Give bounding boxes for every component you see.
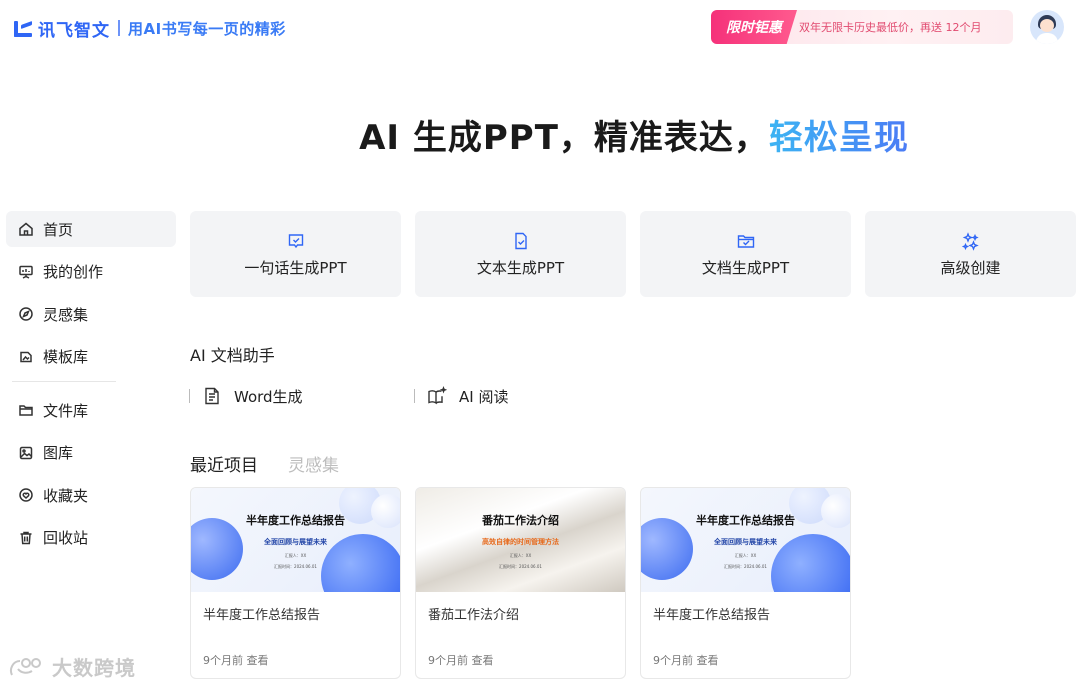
doc-to-ppt-button[interactable]: 文档生成PPT bbox=[640, 211, 851, 297]
watermark-logo-icon bbox=[10, 657, 41, 675]
project-card[interactable]: 半年度工作总结报告 全面回顾与展望未来 汇报人：XX 汇报时间：2024.06.… bbox=[190, 487, 401, 679]
text-to-ppt-button[interactable]: 文本生成PPT bbox=[415, 211, 626, 297]
one-sentence-ppt-button[interactable]: 一句话生成PPT bbox=[190, 211, 401, 297]
sidebar-item-favorites[interactable]: 收藏夹 bbox=[6, 477, 176, 513]
project-meta: 9个月前 查看 bbox=[428, 654, 494, 667]
logo-mark-icon bbox=[14, 19, 34, 37]
chat-check-icon bbox=[286, 231, 306, 251]
presentation-icon bbox=[18, 264, 34, 280]
user-avatar[interactable] bbox=[1030, 10, 1064, 44]
card-label: 高级创建 bbox=[940, 258, 1001, 277]
project-meta: 9个月前 查看 bbox=[653, 654, 719, 667]
sidebar-item-trash[interactable]: 回收站 bbox=[6, 520, 176, 556]
card-label: 一句话生成PPT bbox=[244, 258, 347, 277]
project-thumbnail: 半年度工作总结报告 全面回顾与展望未来 汇报人：XX 汇报时间：2024.06.… bbox=[641, 488, 850, 592]
tab-inspiration[interactable]: 灵感集 bbox=[288, 451, 339, 476]
promo-tag: 限时钜惠 bbox=[711, 10, 797, 44]
project-thumbnail: 半年度工作总结报告 全面回顾与展望未来 汇报人：XX 汇报时间：2024.06.… bbox=[191, 488, 400, 592]
tool-label: AI 阅读 bbox=[459, 387, 509, 406]
card-label: 文本生成PPT bbox=[476, 258, 565, 277]
sidebar-item-label: 收藏夹 bbox=[43, 486, 89, 505]
sidebar-item-inspiration[interactable]: 灵感集 bbox=[6, 296, 176, 332]
folder-icon bbox=[18, 402, 34, 418]
tab-recent-projects[interactable]: 最近项目 bbox=[190, 451, 258, 476]
home-icon bbox=[18, 221, 34, 237]
template-icon bbox=[18, 349, 34, 365]
sidebar-item-templates[interactable]: 模板库 bbox=[6, 339, 176, 375]
compass-icon bbox=[18, 306, 34, 322]
sidebar: 首页 我的创作 灵感集 模板库 文件库 图库 收藏夹 回收站 bbox=[6, 211, 176, 562]
watermark-text: 大数跨境 bbox=[52, 656, 136, 680]
project-meta: 9个月前 查看 bbox=[203, 654, 269, 667]
tool-separator bbox=[189, 389, 190, 403]
promo-banner[interactable]: 限时钜惠 双年无限卡历史最低价，再送 12个月 bbox=[711, 10, 1013, 44]
create-actions: 一句话生成PPT 文本生成PPT 文档生成PPT 高级创建 bbox=[190, 211, 1076, 297]
project-name: 半年度工作总结报告 bbox=[653, 608, 771, 623]
document-check-icon bbox=[511, 231, 531, 251]
sidebar-divider bbox=[12, 381, 116, 382]
tool-separator bbox=[414, 389, 415, 403]
section-title-ai-assistant: AI 文档助手 bbox=[190, 346, 275, 365]
top-header: 讯飞智文 用AI书写每一页的精彩 限时钜惠 双年无限卡历史最低价，再送 12个月 bbox=[0, 0, 1080, 56]
logo-slogan: 用AI书写每一页的精彩 bbox=[128, 19, 286, 38]
project-name: 半年度工作总结报告 bbox=[203, 608, 321, 623]
hero-title-highlight: 轻松呈现 bbox=[768, 118, 909, 158]
hero-title-main: AI 生成PPT，精准表达， bbox=[359, 118, 769, 158]
logo-text: 讯飞智文 bbox=[38, 20, 110, 41]
tool-label: Word生成 bbox=[234, 387, 303, 406]
sidebar-item-label: 回收站 bbox=[43, 529, 89, 547]
app-page: 讯飞智文 用AI书写每一页的精彩 限时钜惠 双年无限卡历史最低价，再送 12个月… bbox=[0, 0, 1080, 686]
word-generate-button[interactable]: Word生成 bbox=[189, 384, 414, 408]
sidebar-item-label: 灵感集 bbox=[43, 305, 89, 324]
sidebar-item-label: 文件库 bbox=[43, 401, 89, 420]
sidebar-item-label: 我的创作 bbox=[43, 263, 104, 281]
folder-check-icon bbox=[736, 231, 756, 251]
assistant-tools: Word生成 AI 阅读 bbox=[189, 384, 639, 408]
trash-icon bbox=[18, 530, 34, 546]
hero-title: AI 生成PPT，精准表达，轻松呈现 bbox=[0, 110, 1080, 159]
sidebar-item-label: 模板库 bbox=[43, 348, 89, 366]
promo-text: 双年无限卡历史最低价，再送 12个月 bbox=[799, 21, 982, 34]
word-doc-icon bbox=[202, 386, 222, 406]
sidebar-item-label: 首页 bbox=[43, 220, 74, 239]
image-icon bbox=[18, 445, 34, 461]
project-card[interactable]: 番茄工作法介绍 高效自律的时间管理方法 汇报人：XX 汇报时间：2024.06.… bbox=[415, 487, 626, 679]
card-label: 文档生成PPT bbox=[701, 258, 790, 277]
brand-logo[interactable]: 讯飞智文 用AI书写每一页的精彩 bbox=[14, 15, 286, 41]
sidebar-item-files[interactable]: 文件库 bbox=[6, 392, 176, 428]
sparkle-icon bbox=[961, 231, 981, 251]
favorite-icon bbox=[18, 487, 34, 503]
sidebar-item-label: 图库 bbox=[43, 444, 74, 462]
sidebar-item-gallery[interactable]: 图库 bbox=[6, 435, 176, 471]
project-card[interactable]: 半年度工作总结报告 全面回顾与展望未来 汇报人：XX 汇报时间：2024.06.… bbox=[640, 487, 851, 679]
advanced-create-button[interactable]: 高级创建 bbox=[865, 211, 1076, 297]
sidebar-item-my-creations[interactable]: 我的创作 bbox=[6, 254, 176, 290]
watermark: 大数跨境 bbox=[8, 652, 136, 681]
logo-divider bbox=[118, 20, 120, 36]
book-ai-icon bbox=[427, 386, 448, 406]
sidebar-item-home[interactable]: 首页 bbox=[6, 211, 176, 247]
project-thumbnail: 番茄工作法介绍 高效自律的时间管理方法 汇报人：XX 汇报时间：2024.06.… bbox=[416, 488, 625, 592]
project-name: 番茄工作法介绍 bbox=[428, 608, 520, 623]
recent-projects-list: 半年度工作总结报告 全面回顾与展望未来 汇报人：XX 汇报时间：2024.06.… bbox=[190, 487, 851, 679]
ai-reading-button[interactable]: AI 阅读 bbox=[414, 384, 639, 408]
recent-tabs: 最近项目 灵感集 bbox=[190, 451, 339, 476]
